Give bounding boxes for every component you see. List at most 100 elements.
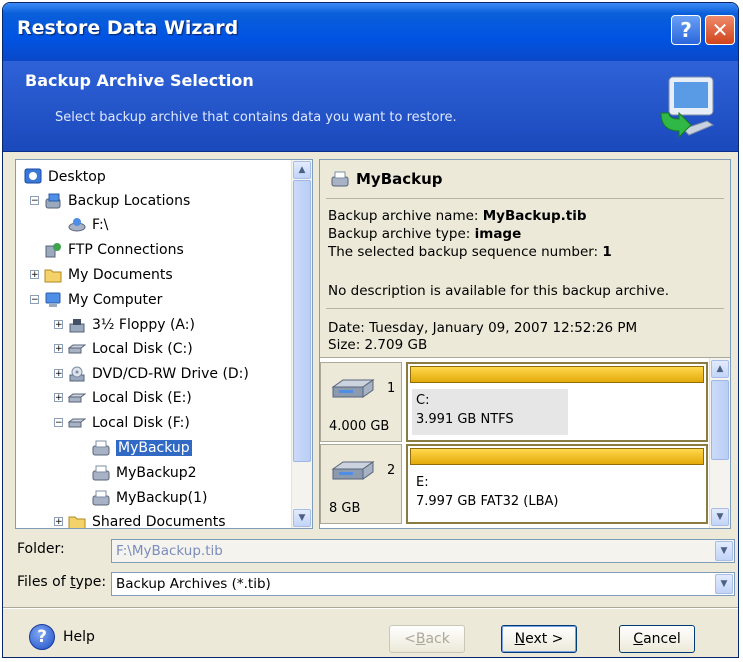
chevron-down-icon: ▼ (298, 513, 306, 523)
archive-type-line: Backup archive type: image (328, 226, 521, 242)
folder-tree[interactable]: Desktop − Backup Locations F:\ FTP Conne… (15, 159, 313, 529)
disk-layout-view[interactable]: 1 4.000 GB C: 3.991 GB NTFS 2 8 GB E: 7.… (320, 357, 730, 528)
expand-toggle[interactable]: + (54, 344, 63, 354)
disk-partitions[interactable]: C: 3.991 GB NTFS (406, 362, 708, 442)
tree-item-my-computer[interactable]: My Computer (44, 288, 162, 312)
tree-item-my-documents[interactable]: My Documents (44, 263, 173, 287)
tree-item-label: FTP Connections (68, 242, 184, 258)
size-text: Size: 2.709 GB (328, 337, 428, 353)
tree-item-local-disk-f[interactable]: Local Disk (F:) (68, 411, 190, 435)
tree-item-label: My Computer (68, 292, 163, 308)
chevron-down-icon: ▼ (716, 512, 724, 522)
question-icon: ? (680, 18, 692, 42)
scroll-thumb[interactable] (293, 180, 311, 462)
backup-archive-icon (331, 171, 349, 187)
scroll-up-button[interactable]: ▲ (711, 360, 729, 378)
label-part: ancel (643, 631, 681, 647)
archive-details-panel: MyBackup Backup archive name: MyBackup.t… (319, 159, 731, 529)
label-part: ack (425, 631, 450, 647)
tree-item-floppy-a[interactable]: 3½ Floppy (A:) (68, 313, 195, 337)
monitor-restore-icon (660, 76, 715, 139)
folder-label: Folder: (17, 541, 65, 557)
computer-icon (45, 292, 61, 307)
tree-item-f-drive-location[interactable]: F:\ (68, 213, 108, 237)
backup-archive-icon (92, 490, 110, 506)
tree-item-mybackup-1[interactable]: MyBackup(1) (92, 486, 208, 510)
archive-header: MyBackup (330, 170, 443, 188)
title-help-button[interactable]: ? (671, 15, 701, 45)
label-part: ext > (525, 631, 564, 647)
tree-item-label: MyBackup2 (116, 465, 197, 481)
tree-item-desktop[interactable]: Desktop (24, 165, 106, 189)
folder-dropdown-button[interactable]: ▼ (715, 541, 733, 561)
tree-item-label: DVD/CD-RW Drive (D:) (92, 366, 249, 382)
chevron-up-icon: ▲ (716, 364, 724, 374)
header-title: Backup Archive Selection (25, 71, 254, 90)
backup-location-icon (45, 193, 61, 209)
disk-number: 1 (387, 381, 396, 396)
tree-item-shared-documents[interactable]: Shared Documents (68, 510, 226, 528)
expand-toggle[interactable]: + (30, 270, 39, 280)
footer-divider (3, 607, 738, 609)
tree-item-mybackup2[interactable]: MyBackup2 (92, 461, 197, 485)
expand-toggle[interactable]: + (54, 393, 63, 403)
label: The selected backup sequence number: (328, 244, 599, 260)
title-bar: Restore Data Wizard ? ✕ (3, 3, 738, 61)
tree-item-ftp-connections[interactable]: FTP Connections (44, 238, 184, 262)
help-button[interactable]: ? Help (29, 624, 95, 650)
partition-e[interactable]: E: 7.997 GB FAT32 (LBA) (412, 471, 702, 517)
hard-disk-icon (331, 461, 375, 480)
expand-toggle[interactable]: + (54, 517, 63, 527)
scroll-thumb[interactable] (711, 380, 729, 460)
description-text: No description is available for this bac… (328, 283, 670, 299)
collapse-toggle[interactable]: − (54, 418, 63, 428)
sequence-value: 1 (602, 244, 612, 260)
title-close-button[interactable]: ✕ (705, 15, 735, 45)
expand-toggle[interactable]: + (54, 320, 63, 330)
disk-size: 8 GB (329, 501, 361, 516)
scroll-down-button[interactable]: ▼ (711, 508, 729, 526)
divider (326, 308, 724, 309)
tree-item-local-disk-c[interactable]: Local Disk (C:) (68, 337, 193, 361)
disk-number: 2 (387, 463, 396, 478)
disk-partitions[interactable]: E: 7.997 GB FAT32 (LBA) (406, 444, 708, 524)
tree-item-backup-locations[interactable]: Backup Locations (44, 189, 190, 213)
chevron-down-icon: ▼ (720, 579, 728, 589)
accelerator-key: C (633, 631, 644, 647)
file-type-dropdown-button[interactable]: ▼ (715, 574, 733, 594)
partition-c[interactable]: C: 3.991 GB NTFS (412, 389, 568, 435)
folder-combo[interactable]: F:\MyBackup.tib ▼ (111, 539, 735, 563)
collapse-toggle[interactable]: − (30, 196, 39, 206)
window-title: Restore Data Wizard (17, 17, 239, 39)
tree-item-mybackup[interactable]: MyBackup (92, 436, 192, 460)
cancel-button[interactable]: Cancel (619, 625, 695, 653)
tree-item-label: Local Disk (E:) (92, 390, 192, 406)
expand-toggle[interactable]: + (54, 369, 63, 379)
collapse-toggle[interactable]: − (30, 295, 39, 305)
files-of-type-combo[interactable]: Backup Archives (*.tib) ▼ (111, 572, 735, 596)
archive-name-line: Backup archive name: MyBackup.tib (328, 208, 587, 224)
disk-summary: 1 4.000 GB (320, 362, 402, 442)
hard-disk-icon (68, 344, 86, 354)
scroll-down-button[interactable]: ▼ (293, 509, 311, 527)
accelerator-key: N (514, 631, 526, 647)
tree-item-label: Backup Locations (68, 193, 191, 209)
tree-items: Desktop − Backup Locations F:\ FTP Conne… (16, 160, 291, 528)
disk-scrollbar[interactable]: ▲ ▼ (709, 358, 730, 528)
next-button[interactable]: Next > (501, 625, 577, 653)
archive-title: MyBackup (356, 170, 443, 188)
back-button[interactable]: < Back (389, 625, 465, 653)
accelerator-key: B (415, 631, 426, 647)
chevron-up-icon: ▲ (298, 165, 306, 175)
disk-summary: 2 8 GB (320, 444, 402, 524)
scroll-up-button[interactable]: ▲ (293, 161, 311, 179)
partition-letter: E: (416, 475, 429, 490)
help-label: Help (63, 629, 95, 645)
tree-scrollbar[interactable]: ▲ ▼ (291, 160, 312, 528)
sequence-line: The selected backup sequence number: 1 (328, 244, 612, 260)
tree-item-local-disk-e[interactable]: Local Disk (E:) (68, 386, 192, 410)
tree-item-dvd-drive-d[interactable]: DVD/CD-RW Drive (D:) (68, 362, 249, 386)
divider (326, 198, 724, 199)
label-part: < (404, 631, 416, 647)
tree-item-label: Local Disk (C:) (92, 341, 193, 357)
